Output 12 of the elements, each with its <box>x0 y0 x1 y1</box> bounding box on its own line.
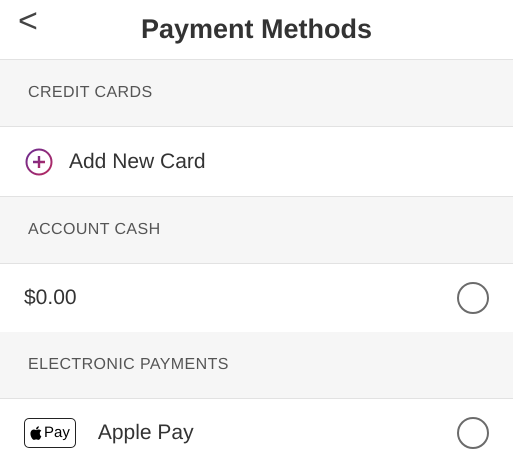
section-header: ELECTRONIC PAYMENTS <box>28 355 229 375</box>
section-header: ACCOUNT CASH <box>28 220 161 240</box>
back-button[interactable]: < <box>16 4 40 38</box>
section-header: CREDIT CARDS <box>28 83 153 103</box>
radio-button[interactable] <box>457 282 489 314</box>
row-label: Add New Card <box>69 148 206 175</box>
row-label: Apple Pay <box>98 420 194 446</box>
plus-circle-icon <box>25 148 53 176</box>
cash-balance: $0.00 <box>24 285 77 312</box>
radio-button[interactable] <box>457 417 489 449</box>
page-title: Payment Methods <box>140 13 372 46</box>
apple-pay-badge: Pay <box>24 418 76 448</box>
